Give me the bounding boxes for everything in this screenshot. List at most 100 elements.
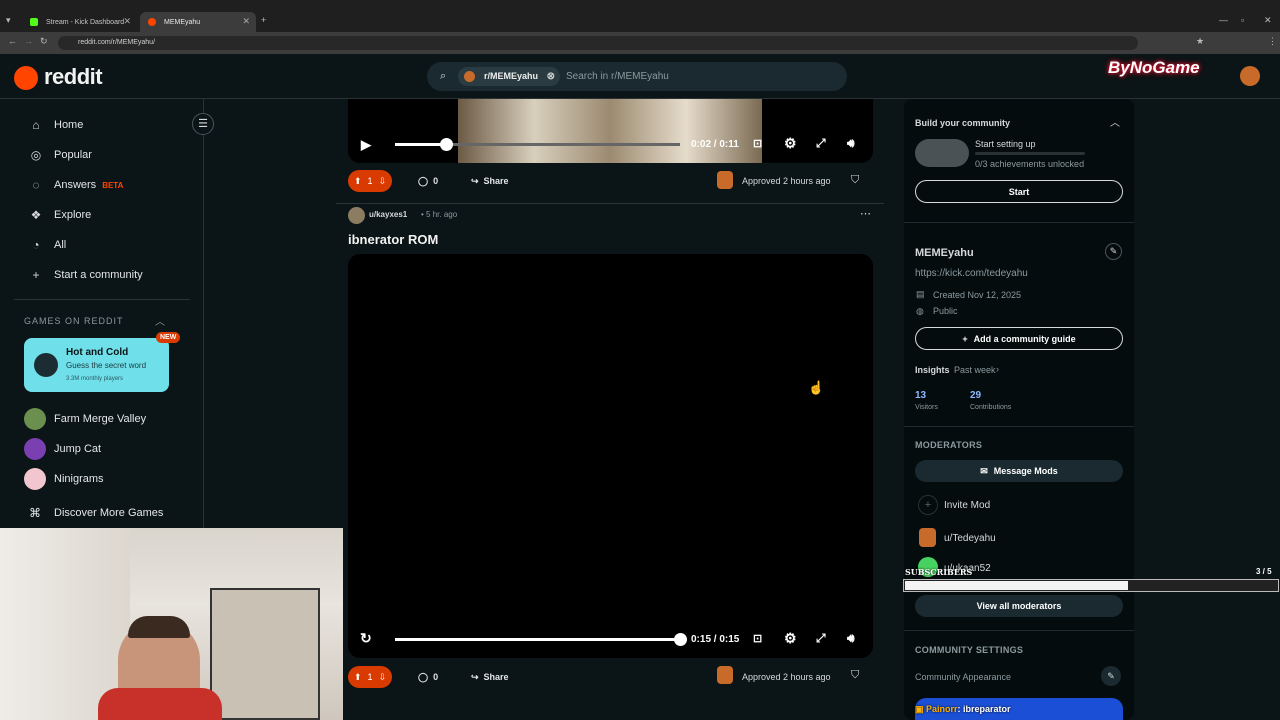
post2-author[interactable]: u/kayxes1	[369, 210, 407, 219]
post2-share-button[interactable]: ↪ Share	[471, 666, 509, 688]
close-tab-icon[interactable]: ✕	[123, 16, 131, 27]
calendar-icon: ▤	[916, 289, 925, 299]
reddit-logo-icon[interactable]	[14, 66, 38, 90]
mod-avatar	[717, 171, 733, 189]
moderator-name[interactable]: u/Tedeyahu	[944, 533, 996, 544]
community-appearance-label[interactable]: Community Appearance	[915, 672, 1011, 682]
game-ninigrams[interactable]: Ninigrams	[24, 468, 104, 490]
back-icon[interactable]: ←	[8, 36, 17, 46]
edit-pencil-icon[interactable]: ✎	[1105, 243, 1122, 260]
user-avatar[interactable]	[1240, 66, 1260, 86]
chat-message: : ibreparator	[957, 704, 1011, 714]
author-avatar[interactable]	[348, 207, 365, 224]
reddit-wordmark[interactable]: reddit	[44, 64, 103, 90]
start-button[interactable]: Start	[915, 180, 1123, 203]
address-bar-row: ← → ↻ reddit.com/r/MEMEyahu/ ★ ⋮	[0, 32, 1280, 54]
post2-title[interactable]: ibnerator ROM	[348, 232, 438, 247]
featured-game-card[interactable]: Hot and Cold Guess the secret word 3.3M …	[24, 332, 181, 392]
settings-gear-icon[interactable]: ⚙	[784, 630, 797, 647]
captions-icon[interactable]: ⊡	[753, 632, 762, 645]
subscribers-progress-fill	[905, 581, 1129, 590]
visibility: Public	[933, 306, 958, 316]
post1-video[interactable]	[348, 99, 873, 163]
sidebar-item-label: Answers	[54, 179, 97, 191]
sidebar-item-answers[interactable]: ◌ Answers BETA	[28, 177, 123, 193]
view-all-moderators-button[interactable]: View all moderators	[915, 595, 1123, 617]
edit-appearance-icon[interactable]: ✎	[1101, 666, 1121, 686]
new-tab-icon[interactable]: +	[261, 15, 266, 25]
sidebar-item-all[interactable]: ◔ All	[28, 237, 66, 253]
sidebar-item-home[interactable]: ⌂ Home	[28, 117, 83, 133]
sidebar-item-explore[interactable]: ❖ Explore	[28, 207, 92, 223]
post2-seek-knob[interactable]	[674, 633, 687, 646]
invite-plus-icon: +	[918, 495, 938, 515]
mail-icon: ✉	[980, 465, 988, 476]
invite-mod-link[interactable]: Invite Mod	[944, 500, 990, 511]
post1-share-button[interactable]: ↪ Share	[471, 170, 509, 192]
subreddit-search-chip[interactable]: r/MEMEyahu ⊗	[458, 67, 561, 86]
fullscreen-icon[interactable]: ⤢	[816, 631, 826, 646]
setup-title: Start setting up	[975, 139, 1036, 149]
tab-kick-dashboard[interactable]: Stream - Kick Dashboard ✕	[22, 12, 137, 32]
post2-comments-button[interactable]: ◯ 0	[418, 666, 438, 688]
captions-icon[interactable]: ⊡	[753, 137, 762, 150]
post1-approved-status: Approved 2 hours ago	[742, 176, 831, 186]
mod-shield-icon[interactable]: ⛉	[851, 669, 859, 682]
tab-title: MEMEyahu	[164, 18, 201, 26]
downvote-icon[interactable]: ⇩	[379, 672, 387, 683]
chat-username: Painorr	[926, 704, 958, 714]
chevron-up-icon[interactable]: ︿	[155, 313, 165, 328]
explore-icon: ❖	[30, 208, 42, 222]
collapse-chevron-icon[interactable]: ︿	[1110, 114, 1120, 129]
chevron-right-icon[interactable]: ›	[996, 364, 999, 374]
volume-icon[interactable]: 🔊︎	[847, 631, 855, 646]
webcam-person-shirt	[98, 688, 222, 720]
game-farm-merge-valley[interactable]: Farm Merge Valley	[24, 408, 146, 430]
upvote-icon[interactable]: ⬆	[354, 176, 362, 187]
browser-menu-icon[interactable]: ⋮	[1268, 36, 1277, 47]
add-community-guide-button[interactable]: + Add a community guide	[915, 327, 1123, 350]
close-tab-icon[interactable]: ✕	[242, 16, 250, 27]
maximize-icon[interactable]: ▫	[1241, 15, 1244, 25]
play-icon[interactable]: ▶	[361, 137, 371, 153]
settings-gear-icon[interactable]: ⚙	[784, 135, 797, 152]
replay-icon[interactable]: ↻	[360, 630, 372, 647]
games-heading: GAMES ON REDDIT	[24, 316, 124, 326]
sidebar-item-popular[interactable]: ◎ Popular	[28, 147, 92, 163]
tab-memeyahu[interactable]: MEMEyahu ✕	[140, 12, 256, 32]
mod-shield-icon[interactable]: ⛉	[851, 174, 859, 187]
chat-badge-icon: ▣	[915, 704, 924, 714]
subscribers-label: SUBSCRIBERS	[905, 567, 973, 577]
url-field[interactable]: reddit.com/r/MEMEyahu/	[58, 36, 1138, 50]
forward-icon[interactable]: →	[24, 36, 33, 46]
post1-comments-button[interactable]: ◯ 0	[418, 170, 438, 192]
url-text: reddit.com/r/MEMEyahu/	[78, 39, 156, 46]
close-window-icon[interactable]: ✕	[1264, 15, 1272, 26]
upvote-icon[interactable]: ⬆	[354, 672, 362, 683]
bookmark-star-icon[interactable]: ★	[1196, 36, 1204, 47]
collapse-sidebar-icon[interactable]: ☰	[192, 113, 214, 135]
message-mods-button[interactable]: ✉ Message Mods	[915, 460, 1123, 482]
game-label: Ninigrams	[54, 473, 104, 485]
reload-icon[interactable]: ↻	[40, 36, 48, 47]
fullscreen-icon[interactable]: ⤢	[816, 136, 826, 151]
sidebar-item-label: Explore	[54, 209, 92, 221]
downvote-icon[interactable]: ⇩	[379, 176, 387, 187]
volume-icon[interactable]: 🔊︎	[847, 136, 855, 151]
tab-search-icon[interactable]: ▾	[6, 15, 11, 26]
panel-divider	[904, 630, 1134, 631]
post2-more-options-icon[interactable]: ⋯	[860, 207, 871, 220]
post2-vote-pill: ⬆ 1 ⇩	[348, 666, 393, 688]
sidebar-divider	[14, 299, 190, 300]
achievements-count: 0/3 achievements unlocked	[975, 159, 1085, 169]
minimize-icon[interactable]: —	[1219, 15, 1228, 25]
discover-more-games[interactable]: ⌘ Discover More Games	[24, 502, 163, 524]
insights-period[interactable]: Past week	[954, 365, 996, 375]
post2-video[interactable]	[348, 254, 873, 658]
community-link[interactable]: https://kick.com/tedeyahu	[915, 268, 1028, 279]
game-label: Farm Merge Valley	[54, 413, 147, 425]
jump-cat-icon	[24, 438, 46, 460]
game-jump-cat[interactable]: Jump Cat	[24, 438, 101, 460]
clear-chip-icon[interactable]: ⊗	[547, 67, 555, 86]
sidebar-item-start-community[interactable]: + Start a community	[28, 267, 142, 283]
